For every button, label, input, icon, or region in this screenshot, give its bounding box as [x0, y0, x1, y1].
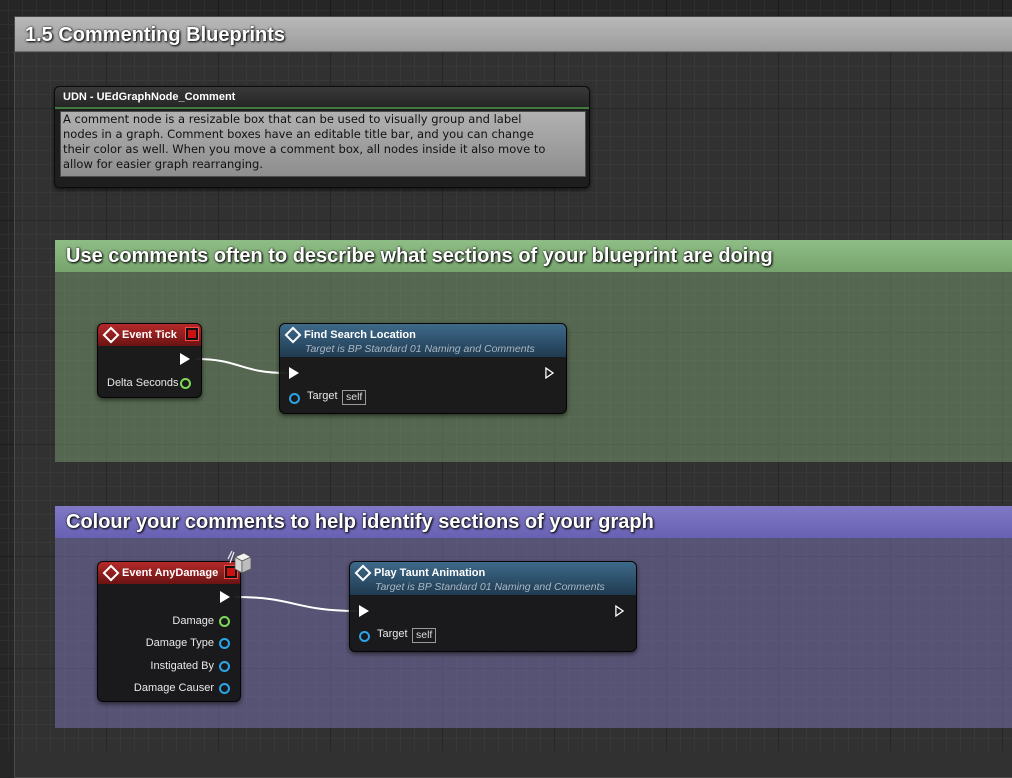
- node-title: Find Search Location: [304, 329, 416, 341]
- udn-body-line: allow for easier graph rearranging.: [63, 157, 264, 171]
- node-header[interactable]: Play Taunt Animation Target is BP Standa…: [350, 562, 636, 595]
- exec-out-pin[interactable]: [180, 353, 190, 365]
- function-diamond-icon: [284, 326, 302, 344]
- node-header[interactable]: Find Search Location Target is BP Standa…: [280, 324, 566, 357]
- udn-body-line: A comment node is a resizable box that c…: [63, 112, 522, 126]
- udn-body-line: nodes in a graph. Comment boxes have an …: [63, 127, 534, 141]
- delegate-pin-icon[interactable]: [185, 327, 199, 341]
- comment-title[interactable]: Colour your comments to help identify se…: [55, 506, 1012, 538]
- object-pin-damage-type[interactable]: [219, 638, 230, 649]
- replication-cube-icon: [227, 550, 252, 574]
- exec-out-pin[interactable]: [615, 605, 624, 617]
- object-pin-target[interactable]: [359, 631, 370, 642]
- pin-label-damage-causer: Damage Causer: [133, 682, 214, 694]
- exec-out-pin[interactable]: [545, 367, 554, 379]
- event-tick-node[interactable]: Event Tick Delta Seconds: [97, 323, 202, 398]
- exec-out-pin[interactable]: [220, 591, 230, 603]
- event-diamond-icon: [102, 564, 120, 582]
- pin-label-target: Target: [377, 628, 408, 640]
- node-title: Event Tick: [122, 329, 177, 341]
- udn-node-body[interactable]: A comment node is a resizable box that c…: [60, 111, 586, 177]
- event-diamond-icon: [102, 326, 120, 344]
- pin-label-damage: Damage: [172, 615, 214, 627]
- object-pin-instigated-by[interactable]: [219, 661, 230, 672]
- object-pin-damage-causer[interactable]: [219, 683, 230, 694]
- target-self-value[interactable]: self: [412, 628, 437, 643]
- node-header[interactable]: Event Tick: [98, 324, 201, 346]
- event-anydamage-node[interactable]: Event AnyDamage Damage Damage Type Insti…: [97, 561, 241, 702]
- udn-body-line: their color as well. When you move a com…: [63, 142, 546, 156]
- comment-title[interactable]: Use comments often to describe what sect…: [55, 240, 1012, 272]
- function-diamond-icon: [354, 564, 372, 582]
- target-self-value[interactable]: self: [342, 390, 367, 405]
- float-pin-damage[interactable]: [219, 616, 230, 627]
- exec-in-pin[interactable]: [359, 605, 369, 617]
- node-title: Event AnyDamage: [122, 567, 219, 579]
- pin-label-damage-type: Damage Type: [145, 637, 214, 649]
- comment-title[interactable]: 1.5 Commenting Blueprints: [15, 17, 1012, 52]
- udn-node-title: UDN - UEdGraphNode_Comment: [55, 87, 589, 109]
- object-pin-target[interactable]: [289, 393, 300, 404]
- node-header[interactable]: Event AnyDamage: [98, 562, 240, 584]
- node-title: Play Taunt Animation: [374, 567, 486, 579]
- find-search-location-node[interactable]: Find Search Location Target is BP Standa…: [279, 323, 567, 414]
- play-taunt-animation-node[interactable]: Play Taunt Animation Target is BP Standa…: [349, 561, 637, 652]
- exec-in-pin[interactable]: [289, 367, 299, 379]
- pin-label-instigated-by: Instigated By: [150, 660, 214, 672]
- pin-label-delta-seconds: Delta Seconds: [107, 377, 179, 389]
- pin-label-target: Target: [307, 390, 338, 402]
- node-subtitle: Target is BP Standard 01 Naming and Comm…: [375, 581, 605, 593]
- float-pin-delta-seconds[interactable]: [180, 378, 191, 389]
- node-subtitle: Target is BP Standard 01 Naming and Comm…: [305, 343, 535, 355]
- udn-comment-node[interactable]: UDN - UEdGraphNode_Comment A comment nod…: [54, 86, 590, 188]
